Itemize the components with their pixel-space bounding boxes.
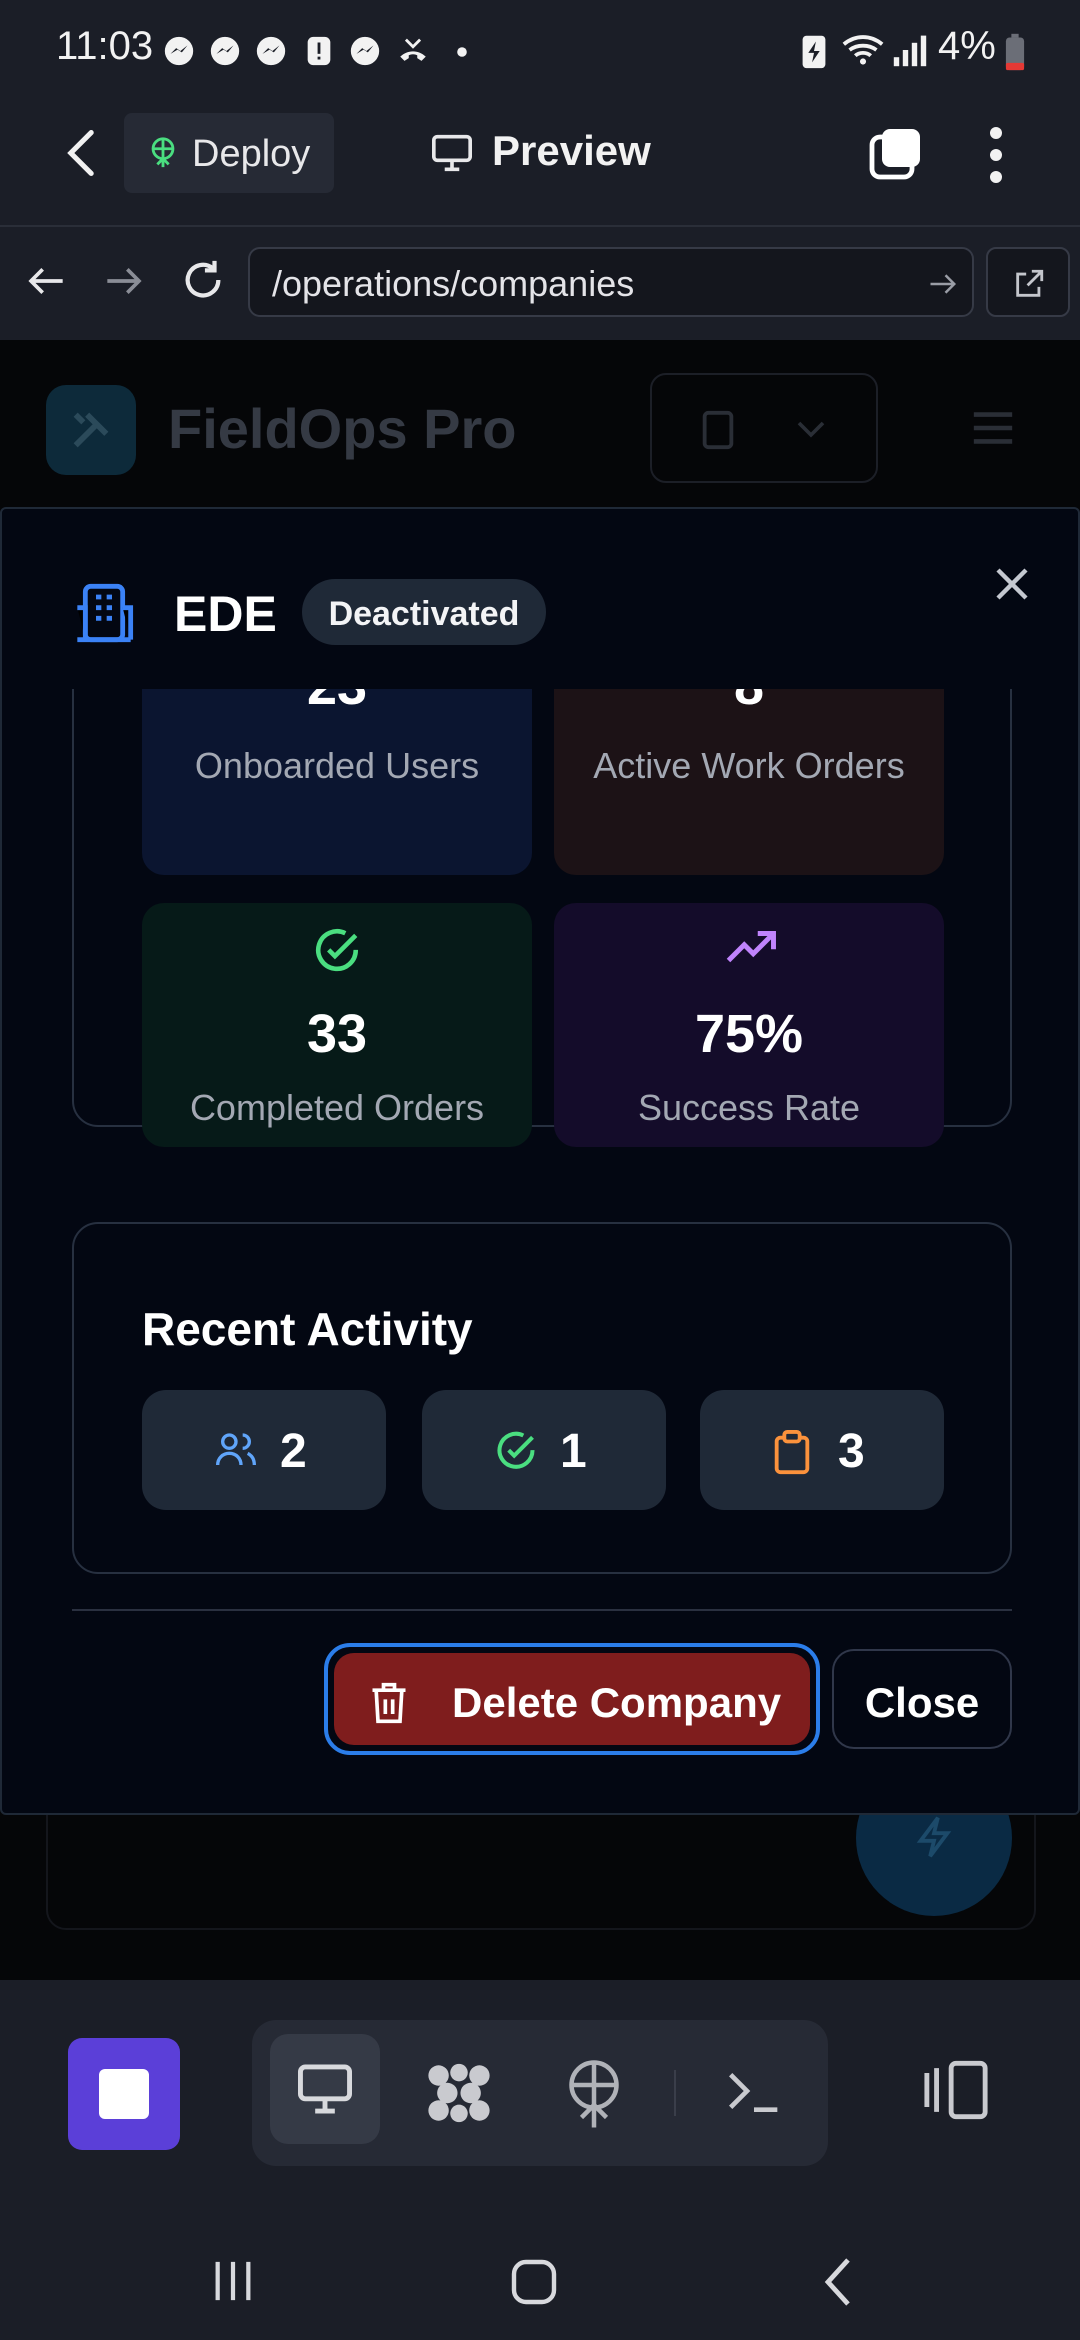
tabs-icon[interactable] xyxy=(868,125,924,181)
external-link-icon xyxy=(1016,269,1044,297)
deploy-icon[interactable] xyxy=(564,2060,624,2130)
system-nav-bar xyxy=(0,2200,1080,2340)
recent-activity-card: Recent Activity 2 1 3 xyxy=(72,1222,1012,1574)
workflow-icon[interactable] xyxy=(424,2060,494,2126)
terminal-icon[interactable] xyxy=(726,2066,782,2116)
messenger-icon xyxy=(164,36,194,66)
stat-label: Success Rate xyxy=(637,1087,861,1128)
browser-forward-icon[interactable] xyxy=(104,263,144,299)
stat-active-work-orders: 8 Active Work Orders xyxy=(554,689,944,875)
company-switcher xyxy=(650,373,878,483)
toolbar-separator xyxy=(674,2070,676,2116)
browser-back-icon[interactable] xyxy=(26,263,66,299)
status-time: 11:03 xyxy=(56,24,154,68)
battery-percent: 4% xyxy=(938,24,996,68)
more-vertical-icon[interactable] xyxy=(984,125,1008,185)
messenger-icon xyxy=(350,36,380,66)
activity-users: 2 xyxy=(142,1390,386,1510)
stat-value: 33 xyxy=(306,1004,368,1064)
stat-value: 8 xyxy=(554,689,944,717)
clipboard-icon xyxy=(774,1430,810,1475)
status-bar: 11:03 4% xyxy=(0,0,1080,105)
close-icon[interactable] xyxy=(992,559,1032,609)
app-logo xyxy=(46,385,136,475)
tab-preview[interactable] xyxy=(270,2034,380,2144)
delete-company-button[interactable]: Delete Company xyxy=(324,1643,820,1755)
activity-count: 2 xyxy=(280,1425,307,1478)
home-icon[interactable] xyxy=(510,2258,558,2306)
url-input[interactable]: /operations/companies xyxy=(248,247,974,317)
users-icon xyxy=(216,1433,256,1466)
monitor-icon xyxy=(432,134,472,172)
building-icon xyxy=(702,410,734,450)
stats-card: 23 Onboarded Users 8 Active Work Orders … xyxy=(72,689,1012,1147)
signal-icon xyxy=(893,35,927,67)
app-title: FieldOps Pro xyxy=(168,397,517,460)
messenger-icon xyxy=(210,36,240,66)
company-name: EDE xyxy=(174,586,277,642)
close-label: Close xyxy=(864,1679,980,1726)
battery-saver-icon xyxy=(802,35,826,69)
stat-value: 75% xyxy=(694,1004,804,1064)
tools-icon xyxy=(73,412,109,448)
stat-label: Completed Orders xyxy=(189,1087,485,1128)
close-button[interactable]: Close xyxy=(832,1649,1012,1749)
menu-icon xyxy=(973,412,1013,444)
browser-toolbar: /operations/companies xyxy=(0,225,1080,340)
stat-label: Active Work Orders xyxy=(593,745,905,786)
stop-button[interactable] xyxy=(68,2038,180,2150)
chevron-down-icon xyxy=(797,421,825,438)
company-details-modal: EDE Deactivated 23 Onboarded Users 8 Act… xyxy=(0,507,1080,1815)
deploy-button[interactable]: Deploy xyxy=(124,113,334,193)
stat-value: 23 xyxy=(142,689,532,717)
device-layout-icon[interactable] xyxy=(922,2060,990,2120)
go-arrow-icon[interactable] xyxy=(928,271,958,297)
check-circle-icon xyxy=(497,1431,535,1469)
footer-divider xyxy=(72,1609,1012,1611)
activity-orders: 3 xyxy=(700,1390,944,1510)
status-badge: Deactivated xyxy=(302,579,546,645)
activity-count: 3 xyxy=(838,1425,865,1478)
deploy-label: Deploy xyxy=(192,133,311,175)
view-switcher xyxy=(252,2020,828,2166)
trending-up-icon xyxy=(726,931,776,963)
recents-icon[interactable] xyxy=(210,2258,256,2304)
activity-completed: 1 xyxy=(422,1390,666,1510)
back-arrow-icon[interactable] xyxy=(64,127,98,179)
building-icon xyxy=(77,583,134,643)
stat-label: Onboarded Users xyxy=(194,745,480,786)
messenger-icon xyxy=(256,36,286,66)
preview-label[interactable]: Preview xyxy=(492,127,651,175)
reload-icon[interactable] xyxy=(180,257,226,303)
stat-completed-orders: 33 Completed Orders xyxy=(142,903,532,1147)
recent-activity-title: Recent Activity xyxy=(142,1303,473,1355)
app-header: Deploy Preview xyxy=(0,105,1080,225)
open-external-button[interactable] xyxy=(986,247,1070,317)
stat-success-rate: 75% Success Rate xyxy=(554,903,944,1147)
bottom-toolbar xyxy=(0,1980,1080,2200)
status-badge-label: Deactivated xyxy=(328,595,520,633)
lightning-icon xyxy=(916,1816,952,1858)
stat-onboarded-users: 23 Onboarded Users xyxy=(142,689,532,875)
back-icon[interactable] xyxy=(822,2256,854,2308)
missed-call-icon xyxy=(400,38,426,61)
delete-company-label: Delete Company xyxy=(452,1679,782,1726)
check-circle-icon xyxy=(316,929,359,972)
delete-company-button-fill[interactable]: Delete Company xyxy=(334,1653,810,1745)
alert-icon xyxy=(307,36,331,66)
monitor-icon xyxy=(298,2064,352,2114)
battery-low-icon xyxy=(1005,33,1025,71)
deploy-icon xyxy=(151,137,175,168)
activity-count: 1 xyxy=(560,1425,587,1478)
trash-icon xyxy=(372,1682,406,1724)
stop-icon xyxy=(99,2069,149,2119)
modal-body[interactable]: 23 Onboarded Users 8 Active Work Orders … xyxy=(2,689,1078,1813)
dot-icon xyxy=(457,47,467,57)
wifi-icon xyxy=(842,35,884,65)
url-text: /operations/companies xyxy=(272,263,635,304)
